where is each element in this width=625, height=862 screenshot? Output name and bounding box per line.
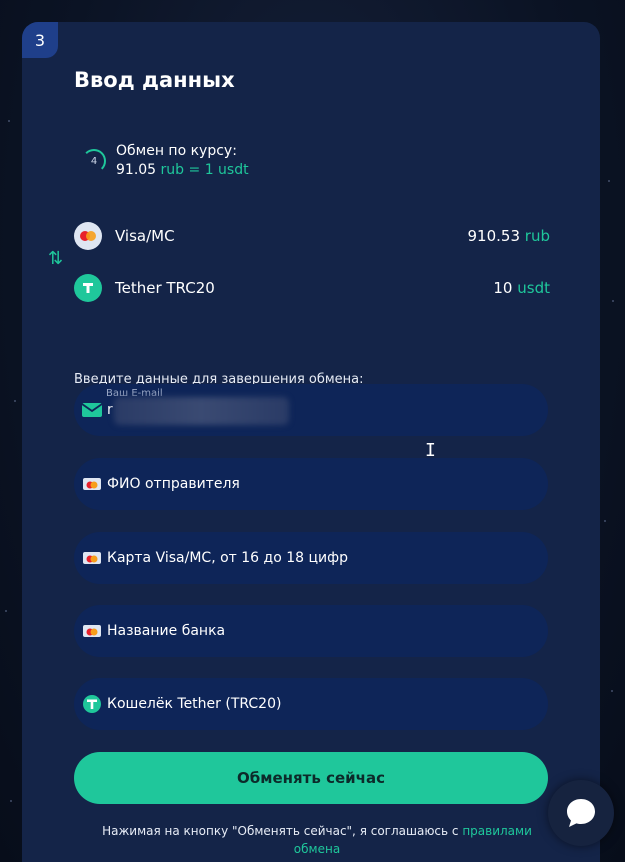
card-number-input[interactable] — [107, 550, 507, 566]
page-title: Ввод данных — [74, 68, 235, 92]
from-amount: 910.53 rub — [467, 227, 550, 245]
rate-timer-icon: 4 — [82, 149, 106, 173]
swap-arrows-icon[interactable]: ⇅ — [48, 248, 63, 269]
exchange-card: 3 Ввод данных 4 Обмен по курсу: 91.05 ru… — [22, 22, 600, 862]
wallet-field[interactable] — [74, 678, 548, 730]
to-currency-name: Tether TRC20 — [115, 279, 215, 297]
rate-label: Обмен по курсу: — [116, 143, 237, 159]
redacted-email — [114, 397, 289, 425]
exchange-now-button[interactable]: Обменять сейчас — [74, 752, 548, 804]
sender-name-input[interactable] — [107, 476, 507, 492]
exchange-rate: 4 Обмен по курсу: 91.05 rub = 1 usdt — [82, 142, 249, 180]
email-field[interactable]: Ваш E-mail r — [74, 384, 548, 436]
sender-name-field[interactable] — [74, 458, 548, 510]
to-currency-row: Tether TRC20 10 usdt — [74, 274, 550, 302]
tether-icon — [74, 274, 102, 302]
card-number-field[interactable] — [74, 532, 548, 584]
bank-name-input[interactable] — [107, 623, 507, 639]
chat-icon — [567, 799, 595, 827]
rate-value-line: 91.05 rub = 1 usdt — [116, 162, 249, 178]
visa-mc-icon — [82, 548, 102, 568]
tether-icon — [82, 694, 102, 714]
bank-name-field[interactable] — [74, 605, 548, 657]
visa-mc-icon — [74, 222, 102, 250]
from-currency-row: Visa/MC 910.53 rub — [74, 222, 550, 250]
visa-mc-icon — [82, 474, 102, 494]
wallet-input[interactable] — [107, 696, 507, 712]
to-amount: 10 usdt — [493, 279, 550, 297]
step-badge: 3 — [22, 22, 58, 58]
terms-text: Нажимая на кнопку "Обменять сейчас", я с… — [102, 824, 532, 856]
envelope-icon — [82, 400, 102, 420]
text-cursor-icon: I — [425, 440, 436, 461]
chat-button[interactable] — [548, 780, 614, 846]
email-value[interactable]: r — [107, 402, 113, 418]
from-currency-name: Visa/MC — [115, 227, 175, 245]
visa-mc-icon — [82, 621, 102, 641]
